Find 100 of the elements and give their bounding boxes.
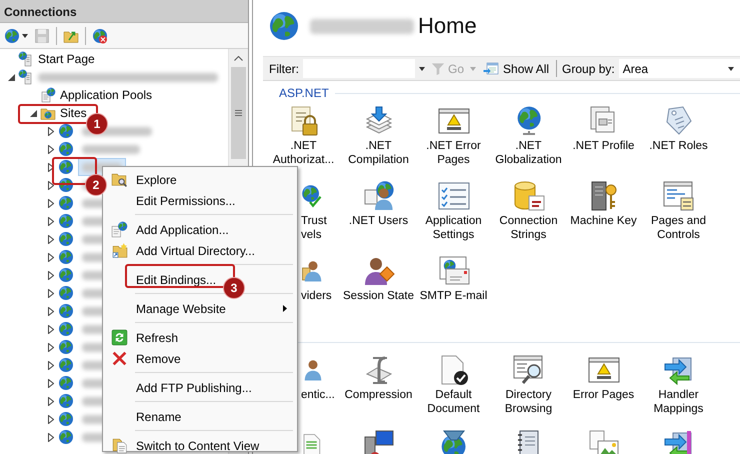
tree-expander-icon[interactable]: [30, 110, 36, 116]
feature-label[interactable]: Handler Mappings: [641, 388, 716, 416]
chevron-up-icon: [234, 56, 243, 60]
menu-item[interactable]: Rename: [136, 410, 182, 424]
menu-item[interactable]: Refresh: [136, 330, 178, 344]
image-icon[interactable]: [588, 429, 620, 454]
menu-item[interactable]: Add Virtual Directory...: [136, 244, 255, 258]
feature-label[interactable]: Compression: [344, 388, 412, 402]
globe-document-icon: [111, 221, 128, 238]
tree-expander-icon[interactable]: [48, 360, 54, 370]
feature-label[interactable]: .NET Roles: [649, 139, 708, 153]
menu-item[interactable]: Add FTP Publishing...: [136, 380, 252, 394]
feature-label[interactable]: Error Pages: [572, 388, 634, 402]
menu-item[interactable]: Manage Website: [136, 302, 226, 316]
menu-item[interactable]: Explore: [136, 172, 177, 186]
globe-icon: [58, 303, 74, 319]
feature-label[interactable]: Machine Key: [570, 214, 637, 228]
database-icon[interactable]: [512, 180, 544, 212]
menu-item[interactable]: Switch to Content View: [136, 438, 260, 452]
tree-expander-icon[interactable]: [8, 74, 14, 80]
tree-item[interactable]: Application Pools: [60, 88, 152, 102]
globe-icon: [58, 141, 74, 157]
tree-expander-icon[interactable]: [48, 126, 54, 136]
feature-label[interactable]: entic...: [301, 388, 335, 402]
tree-expander-icon[interactable]: [48, 144, 54, 154]
page-title: Home: [418, 13, 477, 39]
menu-item[interactable]: Remove: [136, 352, 181, 366]
globe-icon: [4, 28, 20, 44]
go-button: Go: [429, 62, 466, 76]
feature-label[interactable]: viders: [301, 289, 332, 303]
feature-label[interactable]: Directory Browsing: [491, 388, 566, 416]
menu-item[interactable]: Add Application...: [136, 222, 229, 236]
scrollbar-thumb[interactable]: [231, 67, 246, 159]
globe-cross-icon: [92, 28, 108, 44]
feature-label[interactable]: Session State: [343, 289, 414, 303]
server-globe-icon: [18, 69, 34, 85]
delete-icon: [111, 350, 128, 367]
feature-label[interactable]: Application Settings: [416, 214, 491, 242]
feature-label[interactable]: .NET Globalization: [491, 139, 566, 167]
tree-expander-icon[interactable]: [48, 414, 54, 424]
tree-expander-icon[interactable]: [48, 252, 54, 262]
dropdown-arrow-icon: [22, 34, 28, 38]
feature-label[interactable]: .NET Profile: [572, 139, 634, 153]
feature-label[interactable]: Trust vels: [301, 214, 341, 242]
users-icon[interactable]: [362, 180, 394, 212]
globe-icon: [58, 159, 74, 175]
form-window-icon[interactable]: [662, 180, 694, 212]
globe-icon: [58, 429, 74, 445]
window-arrow-icon: [482, 60, 500, 76]
tree-expander-icon[interactable]: [48, 234, 54, 244]
tree-expander-icon[interactable]: [48, 396, 54, 406]
tree-expander-icon[interactable]: [48, 324, 54, 334]
step-badge: 3: [223, 277, 245, 299]
dropdown-arrow-icon[interactable]: [419, 66, 425, 70]
tree-expander-icon[interactable]: [48, 180, 54, 190]
globe-icon: [58, 357, 74, 373]
pool-document-icon: [40, 87, 56, 103]
globe-icon: [58, 375, 74, 391]
tree-expander-icon[interactable]: [48, 288, 54, 298]
tree-expander-icon[interactable]: [48, 216, 54, 226]
envelope-globe-icon[interactable]: [438, 255, 470, 287]
tree-item[interactable]: Start Page: [38, 52, 95, 66]
feature-label[interactable]: Pages and Controls: [641, 214, 716, 242]
magnifier-window-icon[interactable]: [512, 354, 544, 386]
tree-expander-icon[interactable]: [48, 198, 54, 208]
menu-item[interactable]: Edit Bindings...: [136, 272, 216, 286]
arrows-icon[interactable]: [662, 429, 694, 454]
checklist-icon[interactable]: [438, 180, 470, 212]
tree-expander-icon[interactable]: [48, 432, 54, 442]
show-all-button[interactable]: Show All: [480, 60, 552, 76]
feature-label[interactable]: .NET Users: [348, 214, 408, 228]
step-badge: 1: [86, 113, 108, 135]
funnel-icon: [431, 62, 445, 76]
folder-magnifier-icon: [111, 171, 128, 188]
feature-label[interactable]: .NET Error Pages: [416, 139, 491, 167]
menu-item[interactable]: Edit Permissions...: [136, 194, 236, 208]
feature-label[interactable]: SMTP E-mail: [420, 289, 488, 303]
feature-label[interactable]: .NET Authorizat...: [266, 139, 341, 167]
folder-shortcut-icon: [111, 242, 128, 259]
group-by-dropdown[interactable]: Area: [618, 59, 740, 78]
tree-item[interactable]: Sites: [60, 106, 87, 120]
tree-expander-icon[interactable]: [48, 306, 54, 316]
feature-label[interactable]: Default Document: [416, 388, 491, 416]
grip-icon: [235, 110, 242, 116]
tree-expander-icon[interactable]: [48, 378, 54, 388]
connect-button[interactable]: [2, 26, 30, 44]
globe-icon: [58, 339, 74, 355]
tree-expander-icon[interactable]: [48, 270, 54, 280]
feature-label[interactable]: Connection Strings: [491, 214, 566, 242]
globe-icon: [58, 393, 74, 409]
disconnect-button[interactable]: [90, 26, 110, 44]
globe-icon: [58, 213, 74, 229]
globe-icon: [58, 123, 74, 139]
computer-icon[interactable]: [362, 429, 394, 454]
person-diamond-icon[interactable]: [362, 255, 394, 287]
tree-expander-icon[interactable]: [48, 162, 54, 172]
feature-label[interactable]: .NET Compilation: [341, 139, 416, 167]
tree-expander-icon[interactable]: [48, 342, 54, 352]
globe-icon: [268, 10, 300, 42]
panel-title: Connections: [0, 0, 248, 23]
